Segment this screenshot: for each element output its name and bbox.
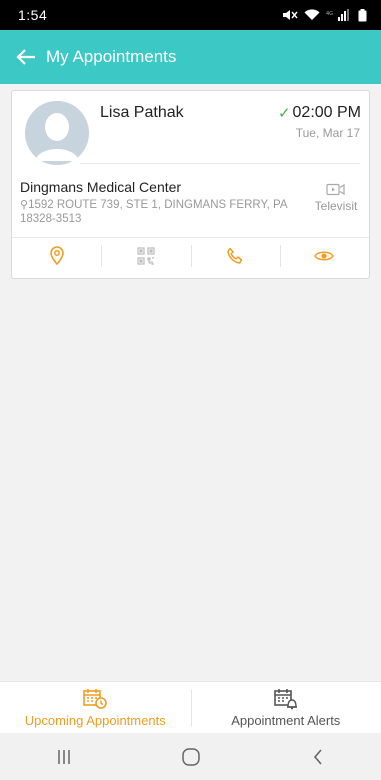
video-camera-icon: [326, 183, 345, 196]
view-details-button[interactable]: [279, 238, 369, 273]
recent-apps-icon: [57, 749, 70, 764]
tab-appointment-alerts[interactable]: Appointment Alerts: [190, 682, 381, 733]
svg-text:4G: 4G: [326, 11, 333, 17]
location-pin-icon: ⚲: [20, 199, 29, 211]
status-icons: 4G: [282, 8, 367, 22]
appointments-list: Lisa Pathak ✓ 02:00 PM Tue, Mar 17 Dingm…: [0, 84, 381, 681]
system-back-button[interactable]: [288, 737, 348, 777]
appointment-time: ✓ 02:00 PM: [278, 104, 361, 122]
appointment-card[interactable]: Lisa Pathak ✓ 02:00 PM Tue, Mar 17 Dingm…: [11, 90, 370, 279]
eye-icon: [314, 251, 335, 260]
televisit-label: Televisit: [314, 199, 358, 213]
facility-name: Dingmans Medical Center: [20, 179, 182, 195]
directions-button[interactable]: [12, 238, 101, 273]
arrow-left-icon: [16, 49, 35, 65]
home-icon: [181, 747, 200, 766]
qr-code-button[interactable]: [101, 238, 190, 273]
calendar-clock-icon: [83, 688, 108, 709]
status-bar: 1:54 4G: [0, 0, 381, 30]
phone-icon: [227, 247, 243, 264]
battery-icon: [358, 8, 367, 21]
qr-code-icon: [137, 246, 155, 265]
tab-appointment-alerts-label: Appointment Alerts: [231, 712, 341, 728]
call-button[interactable]: [190, 238, 280, 273]
bottom-navigation: Upcoming Appointments Appointment Alerts: [0, 681, 381, 733]
televisit-indicator: Televisit: [311, 183, 361, 213]
facility-address-text: 1592 ROUTE 739, STE 1, DINGMANS FERRY, P…: [20, 199, 287, 225]
chevron-left-icon: [313, 748, 322, 765]
appointment-time-text: 02:00 PM: [292, 104, 361, 121]
back-button[interactable]: [12, 43, 40, 71]
tab-upcoming-appointments[interactable]: Upcoming Appointments: [0, 682, 191, 733]
calendar-bell-icon: [273, 688, 297, 709]
user-placeholder-icon: [25, 101, 89, 165]
status-time: 1:54: [18, 7, 48, 23]
system-navigation: [0, 733, 381, 780]
wifi-icon: [304, 9, 320, 20]
check-icon: ✓: [277, 105, 291, 122]
location-pin-icon: [49, 246, 64, 265]
facility-address: ⚲1592 ROUTE 739, STE 1, DINGMANS FERRY, …: [20, 198, 300, 226]
divider: [80, 163, 360, 164]
signal-icon: 4G: [326, 9, 349, 21]
avatar: [25, 101, 89, 165]
recent-apps-button[interactable]: [34, 737, 94, 777]
mute-icon: [283, 10, 298, 20]
patient-name: Lisa Pathak: [100, 104, 184, 121]
page-title: My Appointments: [46, 47, 177, 66]
tab-upcoming-appointments-label: Upcoming Appointments: [24, 712, 166, 728]
home-button[interactable]: [161, 737, 221, 777]
appointment-date: Tue, Mar 17: [295, 126, 360, 140]
app-bar: My Appointments: [0, 30, 381, 84]
appointment-actions: [12, 237, 369, 273]
